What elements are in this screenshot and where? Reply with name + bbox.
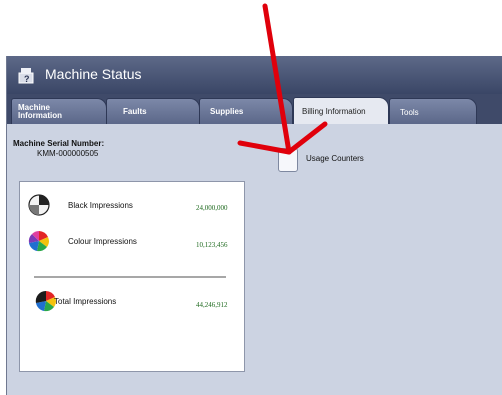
tab-bar: Machine Information Faults Supplies Bill… — [7, 94, 502, 125]
window-title: Machine Status — [45, 66, 142, 82]
serial-number-label: Machine Serial Number: — [13, 139, 105, 148]
titlebar: ? Machine Status — [7, 56, 502, 94]
tab-label: Information — [18, 111, 62, 120]
colour-impressions-icon — [28, 231, 49, 252]
tab-label: Supplies — [210, 107, 244, 116]
impression-value: 24,000,000 — [196, 204, 228, 212]
tab-label: Tools — [400, 108, 419, 117]
tab-label: Billing Information — [302, 107, 366, 116]
machine-status-window: ? Machine Status Machine Information Fau… — [6, 56, 502, 395]
usage-counters-label: Usage Counters — [306, 154, 364, 163]
impression-label: Total Impressions — [54, 297, 117, 306]
impression-value: 44,246,912 — [196, 301, 228, 309]
tab-supplies[interactable]: Supplies — [199, 98, 293, 124]
tab-tools[interactable]: Tools — [389, 98, 477, 124]
machine-status-icon: ? — [18, 68, 34, 84]
impression-value: 10,123,456 — [196, 241, 228, 249]
billing-information-panel: Machine Serial Number: KMM-000000505 Usa… — [7, 124, 502, 395]
tab-machine-information[interactable]: Machine Information — [11, 98, 107, 124]
impressions-panel: Black Impressions 24,000,000 Colour Impr… — [19, 181, 245, 372]
divider — [34, 276, 226, 278]
black-impressions-icon — [28, 194, 50, 216]
tab-billing-information[interactable]: Billing Information — [293, 97, 389, 125]
svg-text:?: ? — [24, 74, 30, 84]
tab-faults[interactable]: Faults — [106, 98, 200, 124]
serial-number-value: KMM-000000505 — [37, 149, 99, 158]
impression-label: Colour Impressions — [68, 237, 137, 246]
impression-label: Black Impressions — [68, 201, 133, 210]
usage-counters-button[interactable] — [278, 148, 298, 172]
tab-label: Faults — [123, 107, 147, 116]
